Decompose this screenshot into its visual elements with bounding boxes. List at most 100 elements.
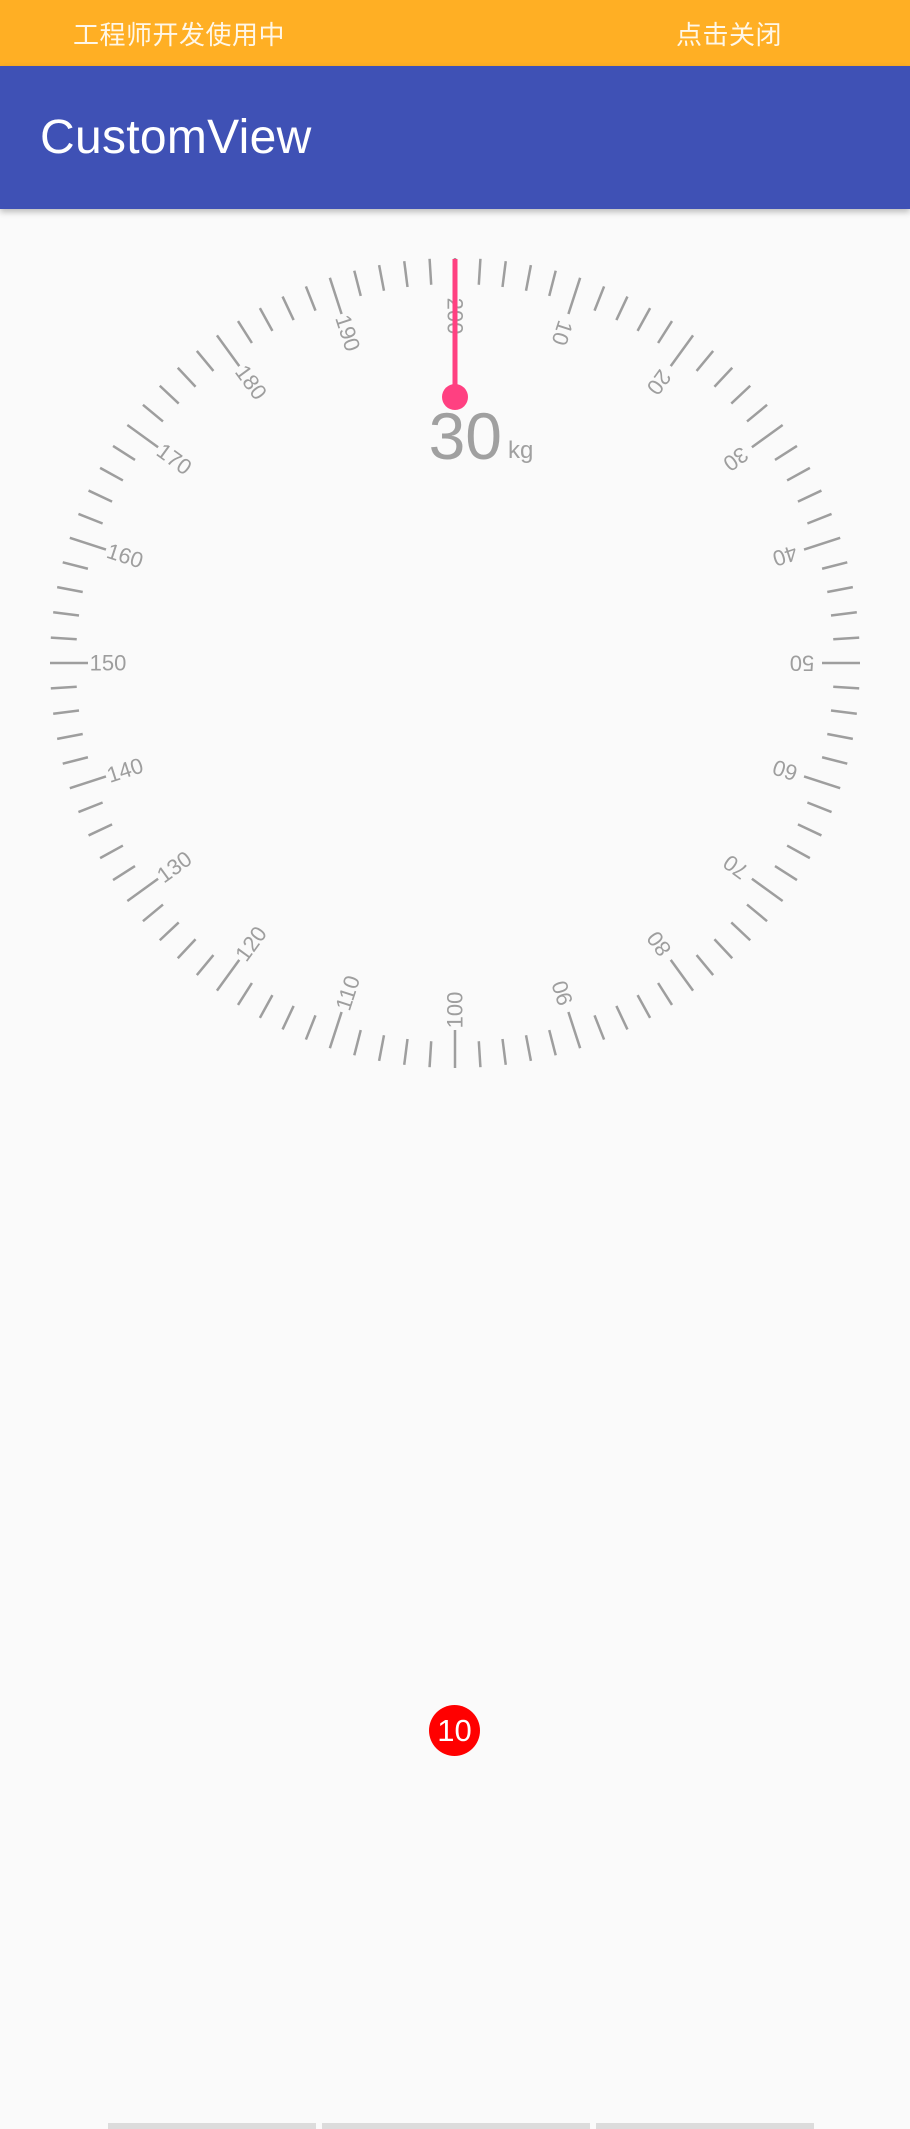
major-tick xyxy=(567,1011,582,1049)
minor-tick xyxy=(112,444,136,461)
major-tick xyxy=(669,959,695,992)
minor-tick xyxy=(77,801,104,814)
minor-tick xyxy=(477,1041,482,1068)
major-tick xyxy=(751,877,784,903)
minor-tick xyxy=(821,561,848,570)
minor-tick xyxy=(77,512,104,525)
minor-tick xyxy=(377,264,386,291)
minor-tick xyxy=(176,938,197,960)
major-tick xyxy=(215,959,241,992)
minor-tick xyxy=(112,865,136,882)
tick-label: 100 xyxy=(443,992,468,1029)
minor-tick xyxy=(636,994,652,1019)
minor-tick xyxy=(402,1038,409,1065)
major-tick xyxy=(328,277,343,315)
minor-tick xyxy=(62,756,89,765)
minor-tick xyxy=(53,709,80,716)
tick-label: 40 xyxy=(770,540,801,571)
bottom-indicator xyxy=(108,2123,316,2129)
minor-tick xyxy=(56,585,83,594)
minor-tick xyxy=(258,994,274,1019)
tick-label: 70 xyxy=(718,850,753,885)
tick-label: 110 xyxy=(330,972,365,1013)
major-tick xyxy=(669,334,695,367)
minor-tick xyxy=(236,982,253,1006)
app-title: CustomView xyxy=(40,111,312,164)
major-tick xyxy=(803,775,841,790)
minor-tick xyxy=(281,296,295,321)
major-tick xyxy=(126,423,159,449)
minor-tick xyxy=(548,270,557,297)
minor-tick xyxy=(524,264,533,291)
banner-close-button[interactable]: 点击关闭 xyxy=(676,15,782,52)
tick-label: 180 xyxy=(230,360,272,404)
minor-tick xyxy=(304,1014,317,1041)
minor-tick xyxy=(50,636,77,641)
tick-label: 30 xyxy=(718,442,753,477)
minor-tick xyxy=(636,307,652,332)
minor-tick xyxy=(830,610,857,617)
minor-tick xyxy=(774,865,798,882)
tick-label: 10 xyxy=(547,317,578,348)
minor-tick xyxy=(142,903,164,923)
weight-scale-dial[interactable]: 2001020304050607080901001101201301401501… xyxy=(0,209,910,1109)
minor-tick xyxy=(377,1035,386,1062)
minor-tick xyxy=(524,1035,533,1062)
minor-tick xyxy=(827,732,854,741)
minor-tick xyxy=(746,403,768,423)
tick-label: 160 xyxy=(104,538,147,573)
major-tick xyxy=(803,536,841,551)
minor-tick xyxy=(158,384,180,405)
major-tick xyxy=(567,277,582,315)
minor-tick xyxy=(593,285,606,312)
minor-tick xyxy=(258,307,274,332)
bottom-indicators xyxy=(0,2119,910,2129)
minor-tick xyxy=(88,489,113,503)
minor-tick xyxy=(353,1029,362,1056)
minor-tick xyxy=(99,466,124,482)
minor-tick xyxy=(50,685,77,690)
minor-tick xyxy=(830,709,857,716)
minor-tick xyxy=(797,823,822,837)
tick-label: 90 xyxy=(547,978,578,1009)
minor-tick xyxy=(428,258,433,285)
tick-label: 150 xyxy=(90,651,127,676)
minor-tick xyxy=(88,823,113,837)
minor-tick xyxy=(786,466,811,482)
minor-tick xyxy=(477,258,482,285)
minor-tick xyxy=(774,444,798,461)
minor-tick xyxy=(833,685,860,690)
minor-tick xyxy=(657,982,674,1006)
minor-tick xyxy=(797,489,822,503)
tick-label: 190 xyxy=(330,312,365,355)
scale-unit-text: kg xyxy=(508,437,533,464)
tick-label: 140 xyxy=(104,753,147,788)
minor-tick xyxy=(746,903,768,923)
main-content: 2001020304050607080901001101201301401501… xyxy=(0,209,910,2129)
dev-mode-status-text: 工程师开发使用中 xyxy=(73,20,286,51)
major-tick xyxy=(328,1011,343,1049)
minor-tick xyxy=(786,844,811,860)
minor-tick xyxy=(428,1041,433,1068)
minor-tick xyxy=(195,350,215,372)
bottom-indicator xyxy=(596,2123,814,2129)
tick-label: 130 xyxy=(152,846,196,888)
minor-tick xyxy=(501,1038,508,1065)
minor-tick xyxy=(281,1005,295,1030)
minor-tick xyxy=(53,610,80,617)
minor-tick xyxy=(806,512,833,525)
scale-value-text: 30 xyxy=(429,399,502,473)
tick-label: 60 xyxy=(770,755,801,786)
minor-tick xyxy=(806,801,833,814)
minor-tick xyxy=(695,350,715,372)
app-bar: CustomView xyxy=(0,66,910,209)
tick-label: 80 xyxy=(642,926,677,961)
minor-tick xyxy=(548,1029,557,1056)
minor-tick xyxy=(62,561,89,570)
tick-label: 50 xyxy=(790,651,814,676)
minor-tick xyxy=(827,585,854,594)
major-tick xyxy=(126,877,159,903)
minor-tick xyxy=(142,403,164,423)
bottom-indicator xyxy=(322,2123,590,2129)
minor-tick xyxy=(695,954,715,976)
